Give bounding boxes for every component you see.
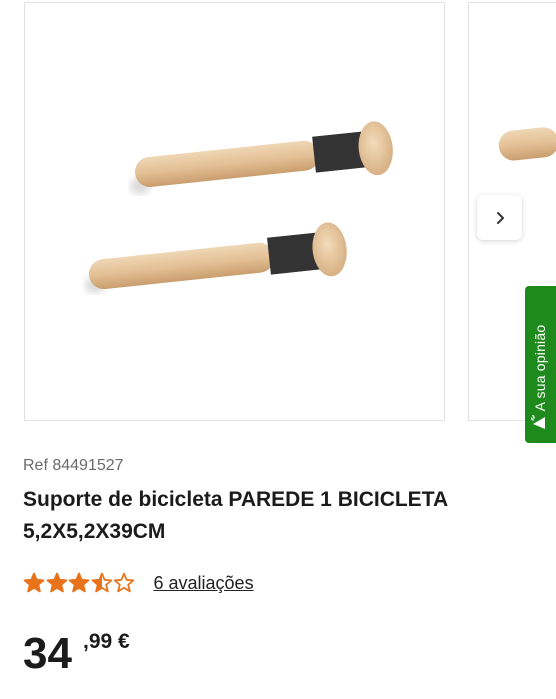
feedback-label: A sua opinião (532, 324, 548, 412)
megaphone-icon (531, 415, 545, 429)
star-icon (68, 572, 90, 593)
star-icon (23, 572, 45, 593)
product-ref: Ref 84491527 (23, 457, 124, 474)
product-image-main[interactable] (24, 2, 445, 421)
chevron-right-icon (496, 211, 504, 224)
star-icon (91, 572, 112, 593)
product-rating[interactable]: 6 avaliações (23, 572, 254, 594)
price-decimal: ,99 € (83, 630, 130, 653)
next-image-button[interactable] (477, 195, 522, 240)
reviews-link[interactable]: 6 avaliações (154, 573, 254, 594)
feedback-tab[interactable]: A sua opinião (525, 286, 556, 443)
product-price: 34 ,99 € (23, 628, 130, 680)
wooden-peg-image (85, 121, 393, 293)
price-integer: 34 (23, 629, 72, 678)
star-icon (46, 572, 67, 593)
rating-stars (23, 572, 136, 594)
star-icon (113, 572, 135, 593)
product-title: Suporte de bicicleta PAREDE 1 BICICLETA … (23, 488, 448, 543)
